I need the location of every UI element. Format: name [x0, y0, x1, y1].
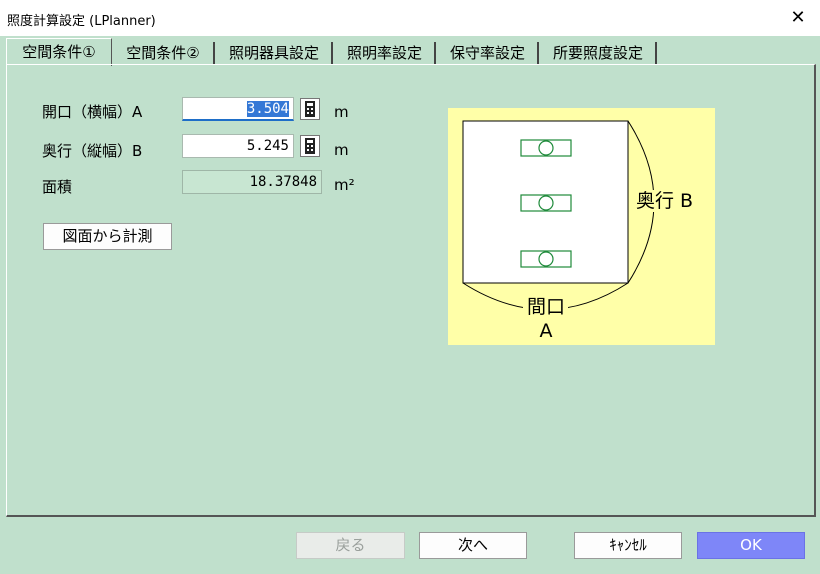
tab-maintenance-factor[interactable]: 保守率設定	[438, 42, 539, 65]
cancel-button[interactable]: ｷｬﾝｾﾙ	[574, 532, 682, 559]
width-diagram-label: 間口	[527, 296, 565, 318]
depth-unit: m	[334, 141, 349, 159]
width-unit: m	[334, 103, 349, 121]
ok-button[interactable]: OK	[697, 532, 805, 559]
tab-utilization-factor[interactable]: 照明率設定	[335, 42, 436, 65]
width-label: 開口（横幅）A	[42, 103, 143, 121]
area-value: 18.37848	[182, 170, 322, 194]
depth-input[interactable]: 5.245	[182, 134, 294, 158]
width-diagram-letter: A	[540, 320, 553, 342]
room-diagram: 奥行 B 間口 A	[448, 108, 715, 345]
tab-luminaire-settings[interactable]: 照明器具設定	[217, 42, 333, 65]
depth-label: 奥行（縦幅）B	[42, 142, 143, 160]
tab-space-conditions-1[interactable]: 空間条件①	[6, 38, 112, 66]
tab-space-conditions-2[interactable]: 空間条件②	[113, 42, 215, 65]
title-bar: 照度計算設定 (LPlanner) ✕	[0, 0, 820, 36]
room-outline	[462, 120, 629, 284]
next-button[interactable]: 次へ	[419, 532, 527, 559]
area-label: 面積	[42, 178, 73, 196]
width-input[interactable]: 3.504	[182, 97, 294, 121]
measure-from-drawing-button[interactable]: 図面から計測	[43, 223, 172, 250]
calculator-icon[interactable]	[300, 98, 320, 120]
back-button[interactable]: 戻る	[296, 532, 405, 559]
area-unit: m²	[334, 176, 355, 194]
close-icon[interactable]: ✕	[783, 4, 813, 32]
calculator-icon[interactable]	[300, 135, 320, 157]
tab-required-illuminance[interactable]: 所要照度設定	[541, 42, 657, 65]
window-title: 照度計算設定 (LPlanner)	[7, 14, 156, 29]
depth-diagram-label: 奥行 B	[636, 190, 693, 212]
dialog-window: 照度計算設定 (LPlanner) ✕ 空間条件① 空間条件② 照明器具設定 照…	[0, 0, 820, 574]
